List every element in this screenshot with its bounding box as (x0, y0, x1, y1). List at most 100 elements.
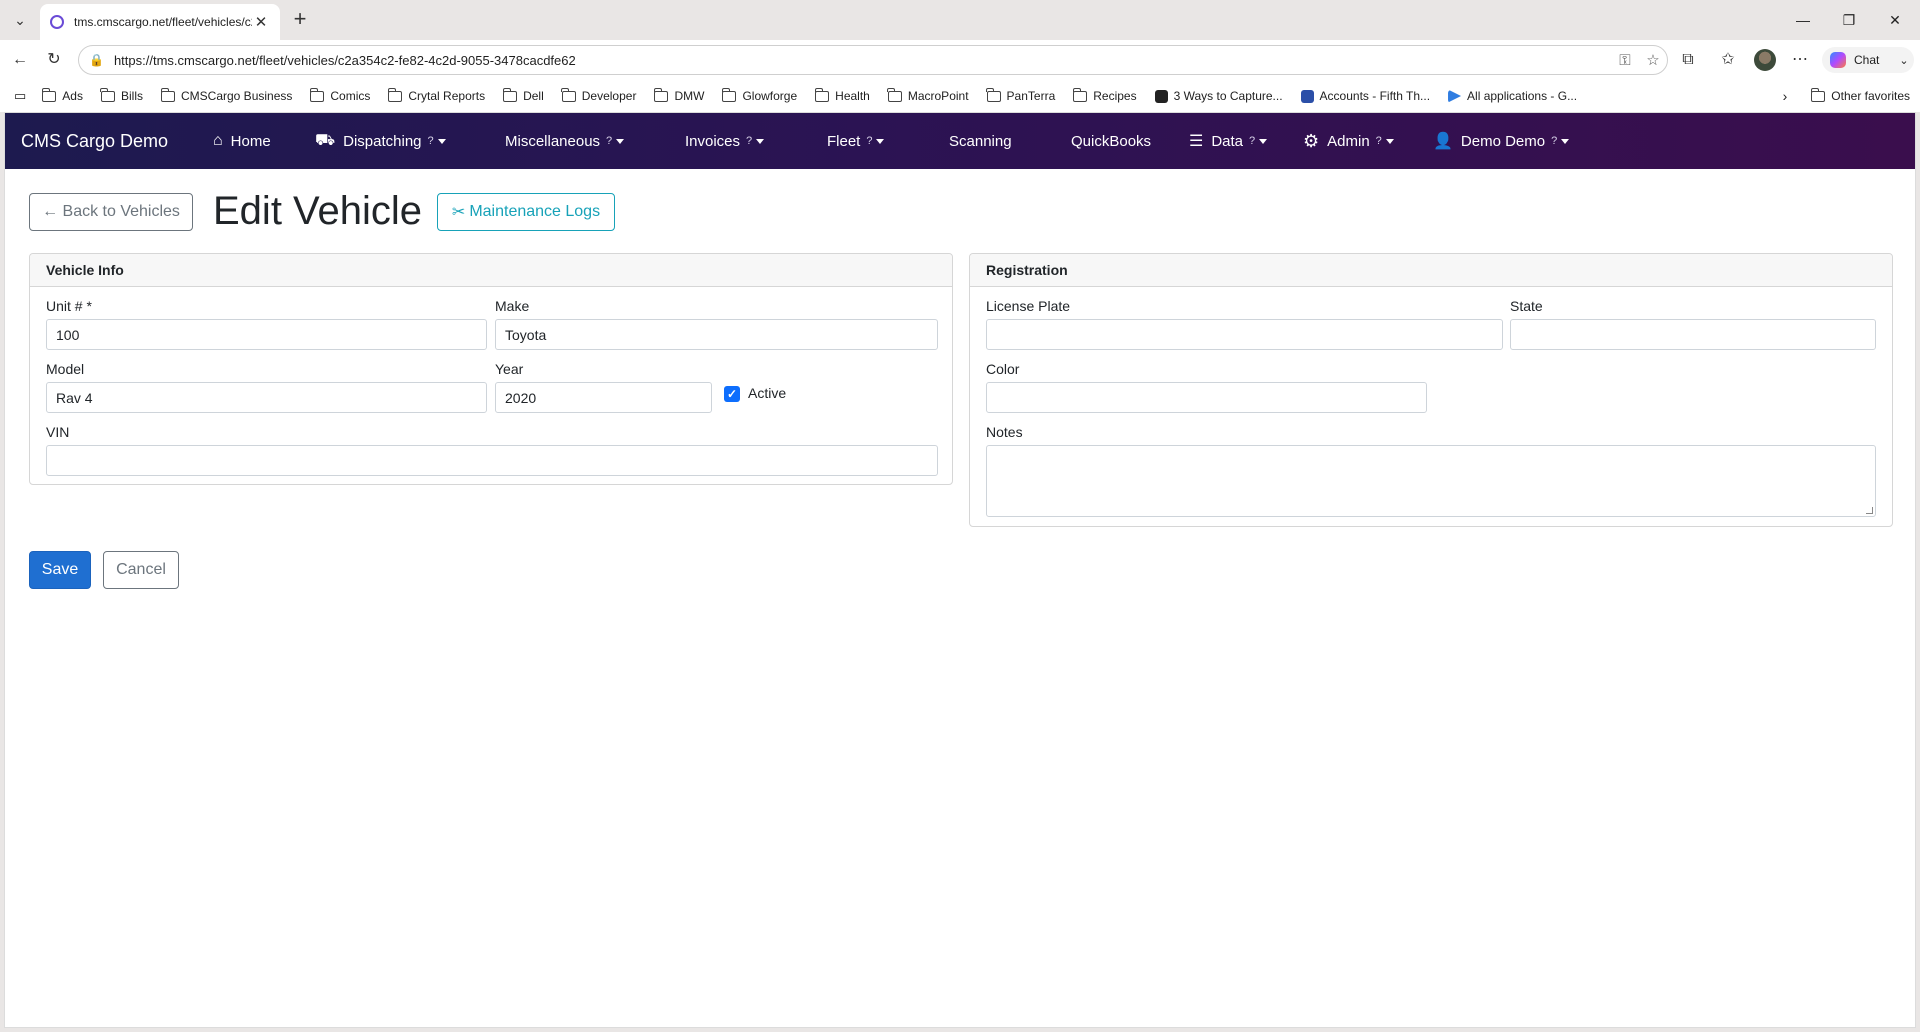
page-title: Edit Vehicle (213, 189, 423, 233)
registration-header: Registration (970, 254, 1892, 287)
state-label: State (1510, 298, 1543, 314)
profile-avatar[interactable] (1754, 49, 1776, 71)
page-header: ← Back to Vehicles Edit Vehicle ✂ Mainte… (29, 189, 629, 233)
nav-invoices[interactable]: Invoices ? (685, 113, 765, 169)
lock-icon: 🔒 (89, 53, 104, 67)
bookmark-folder[interactable]: PanTerra (986, 87, 1056, 103)
star-icon[interactable]: ☆ (1639, 51, 1667, 69)
year-input[interactable]: 2020 (495, 382, 712, 413)
bookmark-folder[interactable]: DMW (653, 87, 704, 103)
bookmark-link[interactable]: 3 Ways to Capture... (1154, 89, 1283, 103)
help-mark: ? (1551, 135, 1558, 147)
license-plate-input[interactable] (986, 319, 1503, 350)
model-input[interactable]: Rav 4 (46, 382, 487, 413)
nav-miscellaneous[interactable]: Miscellaneous ? (505, 113, 625, 169)
new-tab-plus-icon[interactable]: + (288, 8, 312, 32)
notes-textarea[interactable] (986, 445, 1876, 517)
site-icon (1300, 89, 1314, 103)
maintenance-logs-label: Maintenance Logs (469, 203, 601, 220)
bookmark-folder[interactable]: CMSCargo Business (160, 87, 292, 103)
nav-label: Invoices (685, 132, 741, 150)
key-icon[interactable]: ⚿ (1611, 52, 1639, 69)
nav-label: QuickBooks (1071, 132, 1152, 150)
nav-label: Dispatching (343, 132, 422, 150)
vin-label: VIN (46, 424, 70, 440)
unit-input[interactable]: 100 (46, 319, 487, 350)
save-button[interactable]: Save (29, 551, 91, 589)
favorites-icon[interactable]: ✩ (1716, 48, 1740, 72)
copilot-icon (1830, 52, 1846, 68)
bookmark-folder[interactable]: Crytal Reports (387, 87, 485, 103)
bookmark-link[interactable]: Accounts - Fifth Th... (1300, 89, 1430, 103)
bookmark-label: Recipes (1093, 89, 1137, 103)
minimize-icon[interactable]: — (1780, 6, 1826, 34)
bookmark-label: Dell (523, 89, 544, 103)
active-checkbox[interactable]: ✓ (724, 386, 740, 402)
extensions-icon[interactable]: ⧉ (1676, 48, 1700, 72)
vin-input[interactable] (46, 445, 938, 476)
site-icon (1154, 89, 1168, 103)
bookmark-label: MacroPoint (907, 89, 969, 103)
more-menu-icon[interactable]: ⋯ (1788, 48, 1812, 72)
folder-icon (160, 87, 175, 102)
bookmark-folder[interactable]: Recipes (1072, 87, 1137, 103)
refresh-icon[interactable]: ↻ (42, 48, 66, 72)
bookmark-folder[interactable]: Bills (100, 87, 143, 103)
folder-icon (653, 87, 669, 102)
brand-link[interactable]: CMS Cargo Demo (21, 131, 213, 152)
caret-down-icon (1259, 138, 1268, 144)
caret-down-icon (1561, 138, 1570, 144)
folder-icon (1810, 87, 1826, 102)
state-input[interactable] (1510, 319, 1876, 350)
copilot-chat-button[interactable]: Chat ⌄ (1822, 47, 1914, 73)
chevron-right-icon[interactable]: › (1783, 88, 1788, 104)
nav-home[interactable]: ⌂ Home (213, 113, 271, 169)
maintenance-logs-button[interactable]: ✂ Maintenance Logs (437, 193, 615, 231)
tab-close-icon[interactable]: ✕ (252, 13, 270, 31)
bookmark-folder[interactable]: Ads (41, 87, 83, 103)
nav-fleet[interactable]: Fleet ? (827, 113, 885, 169)
top-navbar: CMS Cargo Demo ⌂ Home ⛟ Dispatching ? Mi… (5, 113, 1915, 169)
caret-down-icon (876, 138, 885, 144)
tab-list-chevron-icon[interactable]: ⌄ (8, 8, 32, 32)
nav-admin[interactable]: ⚙ Admin ? (1303, 113, 1394, 169)
window-close-icon[interactable]: ✕ (1872, 6, 1918, 34)
bookmark-folder[interactable]: Comics (309, 87, 370, 103)
nav-label: Fleet (827, 132, 861, 150)
address-bar[interactable]: 🔒 https://tms.cmscargo.net/fleet/vehicle… (78, 45, 1668, 75)
nav-label: Admin (1327, 132, 1370, 150)
caret-down-icon (756, 138, 765, 144)
restore-icon[interactable]: ❐ (1826, 6, 1872, 34)
bookmark-link[interactable]: All applications - G... (1448, 89, 1577, 103)
nav-scanning[interactable]: Scanning (949, 113, 1012, 169)
bookmark-label: Other favorites (1831, 89, 1910, 103)
back-arrow-icon[interactable]: ← (8, 48, 32, 72)
user-icon: 👤 (1433, 133, 1453, 150)
cancel-button[interactable]: Cancel (103, 551, 179, 589)
folder-icon (387, 87, 403, 102)
nav-data[interactable]: ☰ Data ? (1189, 113, 1268, 169)
active-label: Active (748, 385, 787, 401)
nav-dispatching[interactable]: ⛟ Dispatching ? (315, 113, 446, 169)
bookmark-folder[interactable]: MacroPoint (887, 87, 969, 103)
back-to-vehicles-button[interactable]: ← Back to Vehicles (29, 193, 193, 231)
folder-icon (887, 87, 902, 102)
bookmark-label: Developer (581, 89, 637, 103)
other-favorites[interactable]: Other favorites (1810, 87, 1910, 103)
bookmark-folder[interactable]: Developer (561, 87, 637, 103)
nav-label: Scanning (949, 132, 1012, 150)
bookmark-label: PanTerra (1006, 89, 1056, 103)
color-input[interactable] (986, 382, 1427, 413)
model-label: Model (46, 361, 85, 377)
truck-icon: ⛟ (315, 132, 336, 149)
bookmark-label: 3 Ways to Capture... (1173, 89, 1283, 103)
bookmark-folder[interactable]: Glowforge (721, 87, 797, 103)
bookmark-folder[interactable]: Health (814, 87, 870, 103)
make-input[interactable]: Toyota (495, 319, 938, 350)
bookmark-folder[interactable]: Dell (502, 87, 544, 103)
reading-view-icon[interactable]: ▭ (14, 88, 26, 104)
help-mark: ? (606, 135, 613, 147)
nav-user[interactable]: 👤 Demo Demo ? (1433, 113, 1570, 169)
nav-quickbooks[interactable]: QuickBooks (1071, 113, 1151, 169)
browser-tab-active[interactable]: tms.cmscargo.net/fleet/vehicles/c2 ✕ (40, 4, 280, 40)
